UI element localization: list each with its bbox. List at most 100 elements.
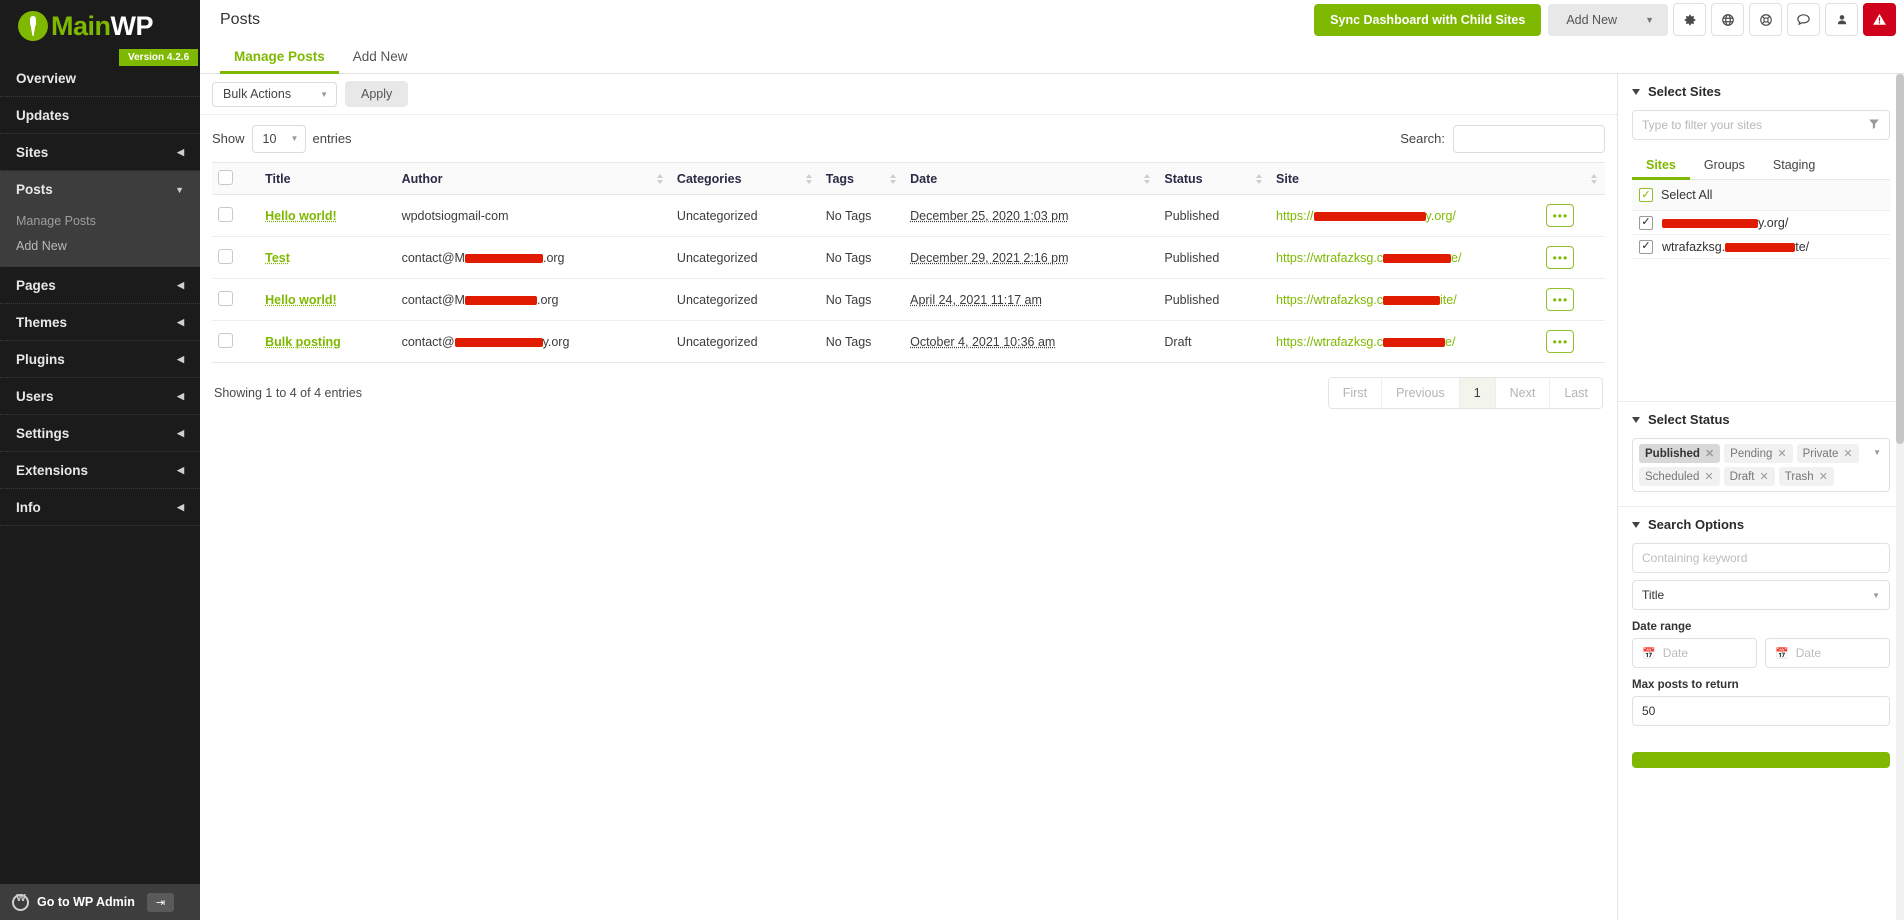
row-actions-button[interactable]: ••• bbox=[1546, 288, 1575, 311]
select-status-header[interactable]: Select Status bbox=[1632, 412, 1890, 427]
sidebar-item-extensions[interactable]: Extensions ◀ bbox=[0, 452, 200, 489]
status-tags-box[interactable]: Published ✕ Pending ✕ Private ✕ Schedule… bbox=[1632, 438, 1890, 492]
row-checkbox[interactable] bbox=[218, 290, 233, 306]
bulk-actions-select[interactable]: Bulk Actions ▼ bbox=[212, 81, 337, 107]
post-date-link[interactable]: October 4, 2021 10:36 am bbox=[910, 335, 1055, 349]
sign-out-icon[interactable]: ⇥ bbox=[146, 892, 174, 912]
submit-search-button[interactable] bbox=[1632, 752, 1890, 768]
post-title-link[interactable]: Bulk posting bbox=[265, 335, 341, 349]
post-date-link[interactable]: December 25, 2020 1:03 pm bbox=[910, 209, 1068, 223]
column-title[interactable]: Title bbox=[259, 162, 396, 195]
site-list-item[interactable]: ✓ wtrafazksg. te/ bbox=[1632, 235, 1890, 259]
row-actions-button[interactable]: ••• bbox=[1546, 330, 1575, 353]
add-new-dropdown-button[interactable]: Add New ▼ bbox=[1548, 3, 1668, 36]
row-actions-button[interactable]: ••• bbox=[1546, 246, 1575, 269]
gear-icon[interactable] bbox=[1673, 3, 1706, 36]
pagination-page-1[interactable]: 1 bbox=[1459, 378, 1496, 408]
post-title-link[interactable]: Hello world! bbox=[265, 293, 337, 307]
apply-button[interactable]: Apply bbox=[345, 81, 409, 107]
status-tag-draft[interactable]: Draft ✕ bbox=[1723, 467, 1775, 486]
pagination-first[interactable]: First bbox=[1328, 378, 1383, 408]
sidebar-item-plugins[interactable]: Plugins ◀ bbox=[0, 341, 200, 378]
sidebar-item-settings[interactable]: Settings ◀ bbox=[0, 415, 200, 452]
redaction-bar bbox=[1662, 218, 1758, 228]
tab-sites[interactable]: Sites bbox=[1632, 150, 1690, 180]
pagination-previous[interactable]: Previous bbox=[1382, 378, 1460, 408]
column-site[interactable]: Site bbox=[1270, 162, 1541, 195]
life-ring-icon[interactable] bbox=[1749, 3, 1782, 36]
column-categories[interactable]: Categories bbox=[670, 162, 820, 195]
panel-scrollbar-track[interactable] bbox=[1896, 74, 1904, 920]
pagination-last[interactable]: Last bbox=[1550, 378, 1602, 408]
brand-logo[interactable]: MainWP bbox=[0, 0, 200, 52]
select-all-checkbox[interactable]: ✓ bbox=[1639, 188, 1653, 202]
pagination-next[interactable]: Next bbox=[1495, 378, 1551, 408]
select-all-checkbox[interactable] bbox=[218, 169, 233, 185]
go-to-wp-admin-link[interactable]: Go to WP Admin ⇥ bbox=[0, 884, 200, 920]
search-options-header[interactable]: Search Options bbox=[1632, 517, 1890, 532]
remove-icon[interactable]: ✕ bbox=[1819, 470, 1828, 483]
remove-icon[interactable]: ✕ bbox=[1760, 470, 1769, 483]
remove-icon[interactable]: ✕ bbox=[1705, 447, 1714, 460]
select-all-row[interactable]: ✓ Select All bbox=[1632, 180, 1890, 211]
search-input[interactable] bbox=[1453, 124, 1605, 153]
column-actions[interactable] bbox=[1540, 162, 1605, 195]
search-scope-select[interactable]: Title ▼ bbox=[1632, 580, 1890, 610]
post-title-link[interactable]: Test bbox=[265, 251, 290, 265]
status-tag-pending[interactable]: Pending ✕ bbox=[1724, 444, 1793, 463]
sync-dashboard-button[interactable]: Sync Dashboard with Child Sites bbox=[1314, 3, 1542, 36]
site-filter-input[interactable] bbox=[1642, 118, 1868, 132]
tab-manage-posts[interactable]: Manage Posts bbox=[220, 49, 339, 74]
site-list-item[interactable]: ✓ y.org/ bbox=[1632, 211, 1890, 235]
entries-per-page-select[interactable]: 10 ▼ bbox=[251, 124, 306, 153]
sidebar-item-add-new[interactable]: Add New bbox=[0, 233, 200, 258]
site-url-link[interactable]: https://wtrafazksg.c ite/ bbox=[1276, 293, 1457, 307]
remove-icon[interactable]: ✕ bbox=[1704, 470, 1713, 483]
column-date[interactable]: Date bbox=[904, 162, 1159, 195]
column-author[interactable]: Author bbox=[395, 162, 671, 195]
column-tags[interactable]: Tags bbox=[819, 162, 905, 195]
sidebar-item-updates[interactable]: Updates bbox=[0, 97, 200, 134]
sidebar-item-info[interactable]: Info ◀ bbox=[0, 489, 200, 526]
site-checkbox[interactable]: ✓ bbox=[1639, 215, 1653, 230]
status-tag-trash[interactable]: Trash ✕ bbox=[1778, 467, 1834, 486]
post-date-link[interactable]: April 24, 2021 11:17 am bbox=[910, 293, 1042, 307]
funnel-icon[interactable] bbox=[1868, 118, 1880, 133]
status-tag-private[interactable]: Private ✕ bbox=[1796, 444, 1859, 463]
sidebar-item-users[interactable]: Users ◀ bbox=[0, 378, 200, 415]
tab-groups[interactable]: Groups bbox=[1690, 150, 1759, 179]
max-posts-input[interactable] bbox=[1632, 696, 1890, 726]
sidebar-item-pages[interactable]: Pages ◀ bbox=[0, 267, 200, 304]
keyword-input[interactable] bbox=[1632, 543, 1890, 573]
sidebar-item-themes[interactable]: Themes ◀ bbox=[0, 304, 200, 341]
remove-icon[interactable]: ✕ bbox=[1843, 447, 1852, 460]
date-to-field[interactable]: 📅 Date bbox=[1765, 638, 1890, 668]
column-status[interactable]: Status bbox=[1158, 162, 1271, 195]
sidebar-item-sites[interactable]: Sites ◀ bbox=[0, 134, 200, 171]
status-tag-published[interactable]: Published ✕ bbox=[1639, 444, 1721, 463]
row-checkbox[interactable] bbox=[218, 248, 233, 264]
site-checkbox[interactable]: ✓ bbox=[1639, 239, 1653, 254]
post-title-link[interactable]: Hello world! bbox=[265, 209, 337, 223]
site-url-link[interactable]: https://wtrafazksg.c e/ bbox=[1276, 251, 1461, 265]
row-checkbox[interactable] bbox=[218, 332, 233, 348]
chevron-down-icon[interactable]: ▼ bbox=[1873, 448, 1881, 457]
date-from-field[interactable]: 📅 Date bbox=[1632, 638, 1757, 668]
row-checkbox[interactable] bbox=[218, 206, 233, 222]
tab-add-new[interactable]: Add New bbox=[339, 49, 422, 73]
post-date-link[interactable]: December 29, 2021 2:16 pm bbox=[910, 251, 1068, 265]
remove-icon[interactable]: ✕ bbox=[1777, 447, 1786, 460]
user-icon[interactable] bbox=[1825, 3, 1858, 36]
select-sites-header[interactable]: Select Sites bbox=[1632, 84, 1890, 99]
comment-icon[interactable] bbox=[1787, 3, 1820, 36]
sidebar-item-posts[interactable]: Posts ▼ bbox=[0, 171, 200, 208]
globe-icon[interactable] bbox=[1711, 3, 1744, 36]
status-tag-scheduled[interactable]: Scheduled ✕ bbox=[1639, 467, 1720, 486]
sidebar-item-manage-posts[interactable]: Manage Posts bbox=[0, 208, 200, 233]
warning-triangle-icon[interactable] bbox=[1863, 3, 1896, 36]
tab-staging[interactable]: Staging bbox=[1759, 150, 1829, 179]
site-url-link[interactable]: https://wtrafazksg.c e/ bbox=[1276, 335, 1455, 349]
panel-scrollbar-thumb[interactable] bbox=[1896, 74, 1904, 444]
site-url-link[interactable]: https:// y.org/ bbox=[1276, 209, 1456, 223]
row-actions-button[interactable]: ••• bbox=[1546, 204, 1575, 227]
